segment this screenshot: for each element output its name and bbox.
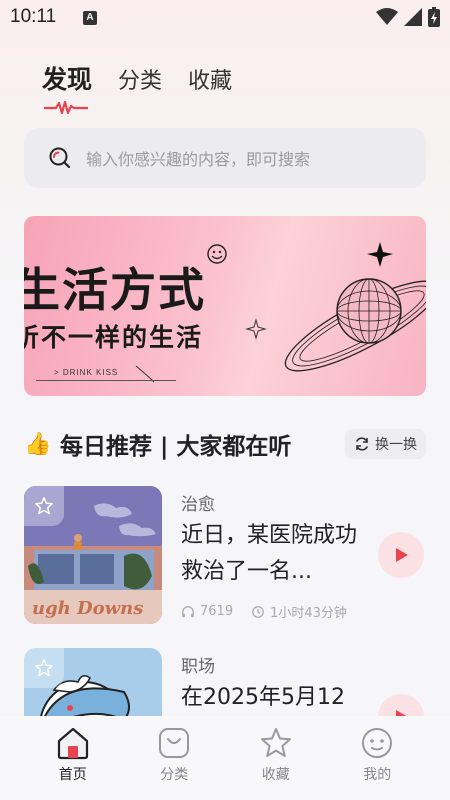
notification-icon: A xyxy=(83,11,97,25)
nav-label-favorites: 收藏 xyxy=(261,767,290,783)
banner[interactable]: 生活方式 听不一样的生活 > DRINK KISS xyxy=(24,216,426,396)
favorite-toggle[interactable] xyxy=(24,648,64,688)
banner-tag: > DRINK KISS xyxy=(54,368,119,377)
status-bar: 10:11 A xyxy=(0,0,450,36)
card-category: 治愈 xyxy=(181,495,215,515)
banner-subtitle: 听不一样的生活 xyxy=(24,323,204,352)
tab-discover[interactable]: 发现 xyxy=(42,60,92,96)
category-icon xyxy=(159,728,190,758)
clock-icon xyxy=(252,605,264,618)
play-count: 7619 xyxy=(200,604,234,619)
duration: 1小时43分钟 xyxy=(270,606,347,621)
wifi-icon xyxy=(376,8,398,25)
bottom-nav: 首页 分类 收藏 我的 xyxy=(0,716,450,800)
star-outline-icon xyxy=(35,659,53,677)
banner-title: 生活方式 xyxy=(24,263,206,317)
card-meta: 7619 1小时43分钟 xyxy=(181,602,347,621)
tab-active-indicator xyxy=(44,100,88,115)
status-icons xyxy=(376,7,440,27)
card-category: 职场 xyxy=(181,657,215,677)
search-icon xyxy=(49,147,71,169)
search-placeholder: 输入你感兴趣的内容，即可搜索 xyxy=(86,150,311,169)
nav-home[interactable]: 首页 xyxy=(33,726,113,800)
banner-divider xyxy=(36,380,176,381)
battery-icon xyxy=(428,7,440,27)
nav-favorites[interactable]: 收藏 xyxy=(236,726,316,800)
profile-icon xyxy=(362,728,393,758)
nav-label-home: 首页 xyxy=(58,767,87,783)
nav-label-category: 分类 xyxy=(160,767,189,783)
refresh-label: 换一换 xyxy=(375,437,417,453)
section-title: 每日推荐 | 大家都在听 xyxy=(60,434,292,460)
search-input[interactable]: 输入你感兴趣的内容，即可搜索 xyxy=(24,128,426,188)
tab-category[interactable]: 分类 xyxy=(118,63,162,95)
status-time: 10:11 xyxy=(10,6,57,27)
tab-favorites[interactable]: 收藏 xyxy=(188,63,232,95)
home-icon xyxy=(57,727,88,760)
headphones-icon xyxy=(182,605,194,617)
cover-image: ugh Downs xyxy=(24,486,162,624)
nav-label-profile: 我的 xyxy=(363,767,392,783)
play-button[interactable] xyxy=(378,532,424,578)
refresh-button[interactable]: 换一换 xyxy=(345,429,426,459)
svg-text:ugh Downs: ugh Downs xyxy=(32,598,143,619)
card-title: 在2025年5月12 xyxy=(181,685,345,710)
play-icon xyxy=(396,548,408,562)
top-tabs: 发现 分类 收藏 xyxy=(42,60,232,96)
star-outline-icon xyxy=(35,497,53,515)
nav-profile[interactable]: 我的 xyxy=(337,726,417,800)
list-item[interactable]: ugh Downs 治愈 近日，某医院成功救治了一名... 7619 1小时43… xyxy=(24,486,426,626)
section-header: 👍 每日推荐 | 大家都在听 换一换 xyxy=(24,426,426,462)
refresh-icon xyxy=(356,437,368,451)
thumbs-up-icon: 👍 xyxy=(24,431,52,457)
star-icon xyxy=(260,728,291,757)
favorite-toggle[interactable] xyxy=(24,486,64,526)
card-title: 近日，某医院成功救治了一名... xyxy=(181,523,358,584)
signal-icon xyxy=(404,8,422,26)
nav-category[interactable]: 分类 xyxy=(134,726,214,800)
